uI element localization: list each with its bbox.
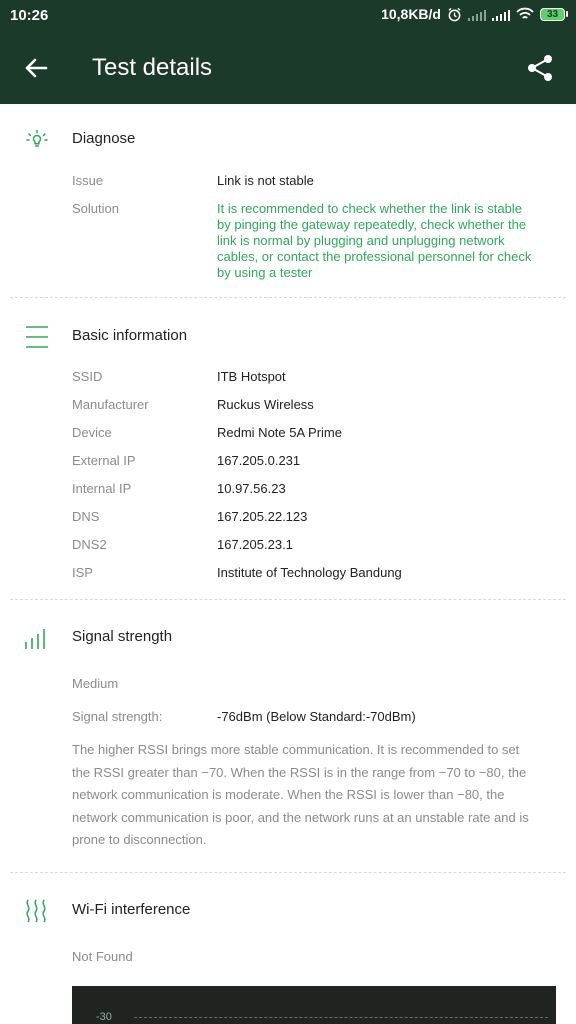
chart-gridline (134, 1017, 548, 1018)
interference-waves-icon (26, 899, 46, 923)
signal-strength-value: -76dBm (Below Standard:-70dBm) (217, 709, 416, 724)
info-value: 167.205.23.1 (217, 537, 293, 552)
basic-info-heading: Basic information (72, 327, 188, 344)
signal-strength-label: Signal strength: (72, 709, 163, 724)
basic-info-section-header: Basic information (0, 322, 576, 352)
interference-section-header: Wi-Fi interference (0, 896, 576, 926)
issue-value: Link is not stable (217, 173, 314, 188)
interference-chart: -30 (72, 986, 556, 1024)
wifi-icon (516, 7, 534, 19)
chart-y-tick: -30 (96, 1011, 112, 1023)
network-speed: 10,8KB/d (381, 6, 441, 22)
share-icon[interactable] (524, 52, 556, 84)
alarm-icon (448, 7, 461, 21)
info-value: Institute of Technology Bandung (217, 565, 402, 580)
list-icon (26, 326, 48, 348)
signal-section-header: Signal strength (0, 623, 576, 653)
info-value: ITB Hotspot (217, 369, 286, 384)
divider (10, 872, 566, 873)
status-time: 10:26 (10, 7, 49, 24)
battery-icon: 33 (540, 7, 568, 21)
info-label: Manufacturer (72, 397, 149, 412)
status-icons: 10,8KB/d 33 (381, 6, 568, 22)
solution-label: Solution (72, 201, 119, 216)
info-label: Device (72, 425, 112, 440)
signal-heading: Signal strength (72, 628, 173, 645)
divider (10, 599, 566, 600)
signal-icon (492, 8, 510, 21)
page-title: Test details (92, 54, 213, 81)
info-label: DNS (72, 509, 100, 524)
status-bar: 10:26 10,8KB/d 33 (0, 0, 576, 32)
signal-icon (468, 8, 486, 21)
signal-bars-icon (25, 629, 45, 649)
interference-heading: Wi-Fi interference (72, 901, 191, 918)
issue-label: Issue (72, 173, 104, 188)
diagnose-section-header: Diagnose (0, 125, 576, 155)
info-label: SSID (72, 369, 103, 384)
solution-value: It is recommended to check whether the l… (217, 201, 532, 280)
app-bar: Test details (0, 32, 576, 104)
divider (10, 297, 566, 298)
info-value: Ruckus Wireless (217, 397, 314, 412)
info-value: Redmi Note 5A Prime (217, 425, 342, 440)
signal-description: The higher RSSI brings more stable commu… (72, 742, 529, 847)
info-value: 167.205.0.231 (217, 453, 301, 468)
lightbulb-icon (26, 129, 48, 147)
info-label: ISP (72, 565, 93, 580)
info-label: External IP (72, 453, 136, 468)
diagnose-heading: Diagnose (72, 130, 136, 147)
info-label: Internal IP (72, 481, 132, 496)
info-label: DNS2 (72, 537, 107, 552)
info-value: 167.205.22.123 (217, 509, 308, 524)
interference-status: Not Found (72, 949, 133, 964)
info-value: 10.97.56.23 (217, 481, 286, 496)
signal-level: Medium (72, 676, 119, 691)
battery-level: 33 (540, 7, 565, 21)
arrow-left-icon[interactable] (20, 52, 52, 84)
